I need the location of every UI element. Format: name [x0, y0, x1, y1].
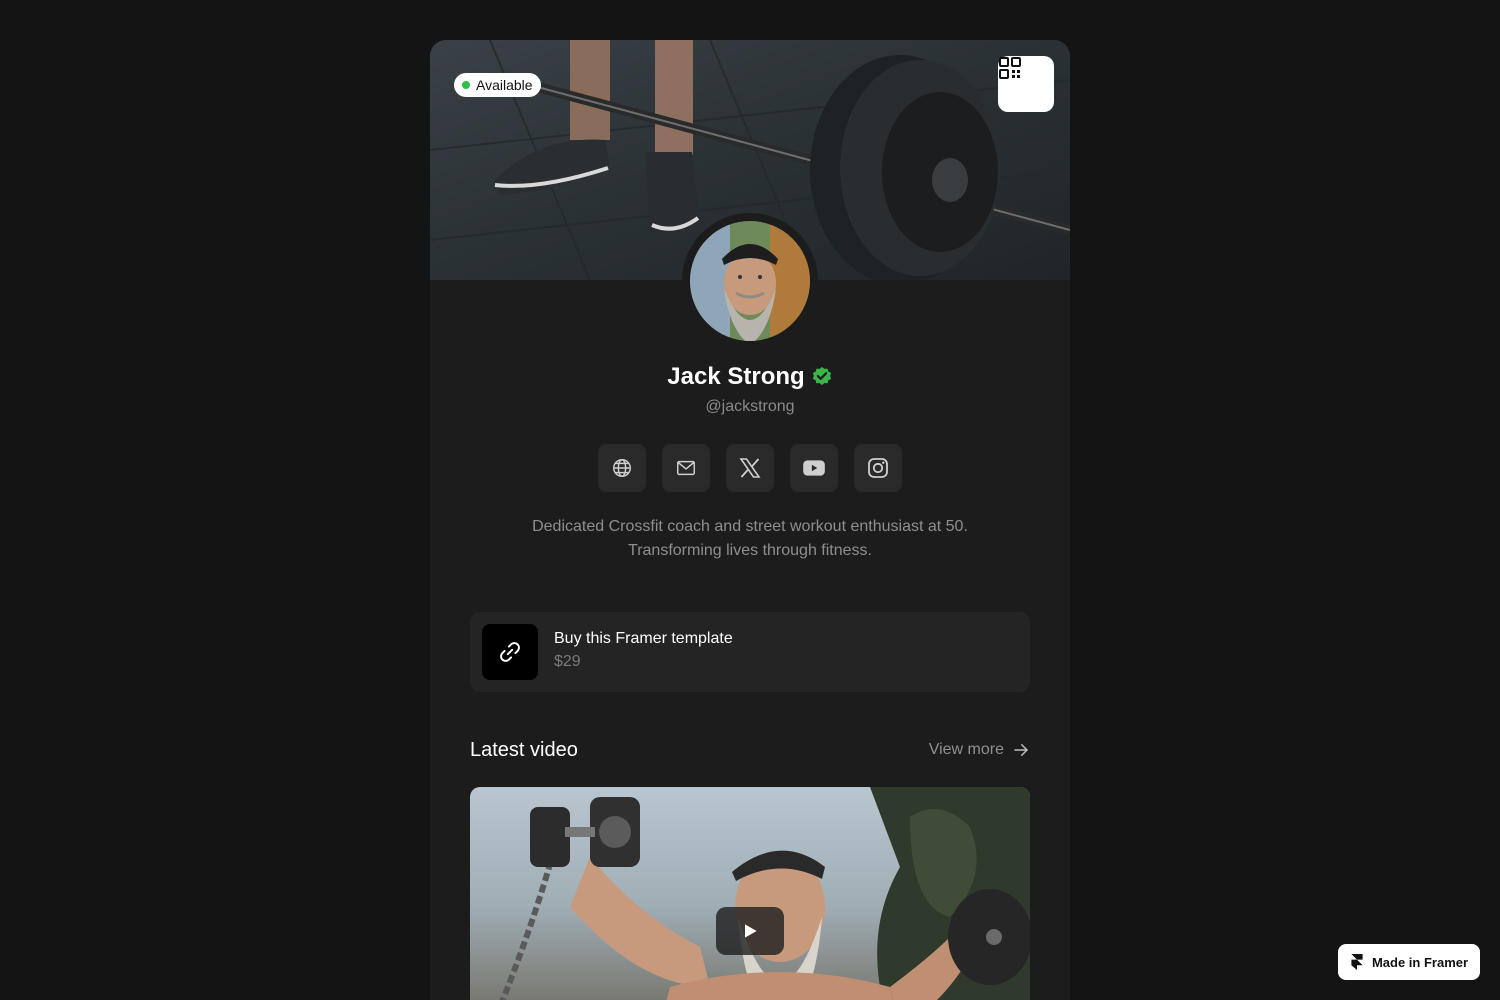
- qr-code-icon: [999, 57, 1021, 79]
- latest-video-thumbnail[interactable]: [470, 787, 1030, 1000]
- availability-badge: Available: [454, 73, 541, 97]
- link-card-buy-template[interactable]: Buy this Framer template $29: [470, 612, 1030, 692]
- view-more-link[interactable]: View more: [929, 741, 1030, 759]
- made-in-framer-label: Made in Framer: [1371, 954, 1469, 970]
- social-instagram-button[interactable]: [854, 444, 902, 492]
- globe-icon: [613, 459, 631, 477]
- availability-label: Available: [476, 77, 533, 93]
- social-email-button[interactable]: [662, 444, 710, 492]
- avatar: [690, 221, 810, 341]
- video-thumbnail-art: [499, 787, 1030, 1000]
- status-dot-icon: [462, 81, 470, 89]
- qr-code-button[interactable]: [998, 56, 1054, 112]
- social-youtube-button[interactable]: [790, 444, 838, 492]
- arrow-right-icon: [1014, 744, 1028, 756]
- link-icon-tile: [482, 624, 538, 680]
- made-in-framer-badge[interactable]: Made in Framer: [1338, 944, 1480, 980]
- avatar-photo: [690, 221, 810, 341]
- link-card-price: $29: [554, 653, 581, 670]
- social-x-button[interactable]: [726, 444, 774, 492]
- avatar-ring: [682, 213, 818, 349]
- profile-name: Jack Strong: [667, 363, 805, 390]
- play-button[interactable]: [716, 907, 784, 955]
- instagram-icon: [868, 458, 888, 478]
- play-icon: [745, 924, 757, 938]
- framer-logo-icon: [1351, 954, 1363, 970]
- profile-card: Available Jack Strong @jackstrong Dedica…: [430, 40, 1070, 1000]
- view-more-label: View more: [928, 741, 1004, 758]
- mail-icon: [677, 460, 695, 476]
- name-row: Jack Strong: [430, 363, 1070, 391]
- verified-badge-icon: [812, 366, 831, 386]
- x-twitter-icon: [739, 458, 761, 478]
- link-card-title: Buy this Framer template: [554, 630, 733, 647]
- profile-handle: @jackstrong: [705, 398, 795, 415]
- social-links: [598, 444, 902, 492]
- profile-bio: Dedicated Crossfit coach and street work…: [532, 518, 968, 559]
- latest-video-title: Latest video: [470, 739, 578, 761]
- youtube-icon: [803, 460, 825, 476]
- social-website-button[interactable]: [598, 444, 646, 492]
- link-icon: [500, 642, 520, 662]
